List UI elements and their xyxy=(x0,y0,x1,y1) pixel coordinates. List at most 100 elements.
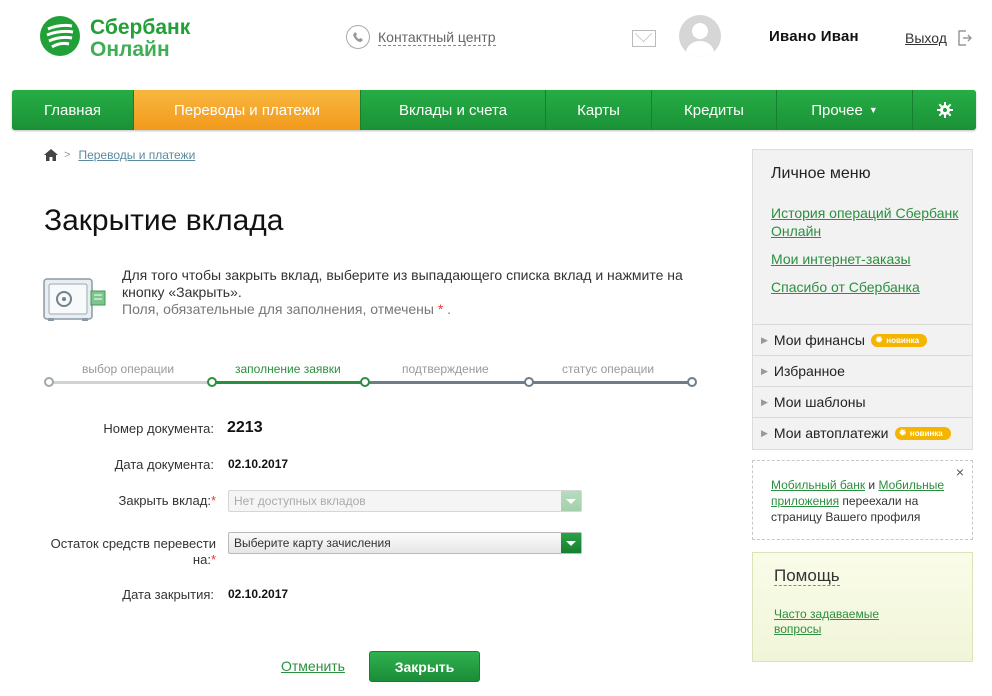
close-icon[interactable]: × xyxy=(956,464,964,480)
logo-icon xyxy=(40,16,80,56)
close-deposit-selected: Нет доступных вкладов xyxy=(234,494,366,508)
personal-menu: Личное меню История операций Сбербанк Он… xyxy=(752,149,973,450)
chevron-right-icon: ▶ xyxy=(761,427,768,438)
chevron-right-icon: ▶ xyxy=(761,334,768,345)
avatar[interactable] xyxy=(679,15,721,57)
mobile-bank-notice: × Мобильный банк и Мобильные приложения … xyxy=(752,460,973,540)
nav-item-credits[interactable]: Кредиты xyxy=(652,90,777,130)
contact-center-link[interactable]: Контактный центр xyxy=(346,25,496,49)
transfer-card-select[interactable]: Выберите карту зачисления xyxy=(228,532,582,554)
mobile-bank-link[interactable]: Мобильный банк xyxy=(771,478,865,492)
nav-item-home[interactable]: Главная xyxy=(12,90,134,130)
chevron-right-icon: ▶ xyxy=(761,396,768,407)
phone-icon xyxy=(346,25,370,49)
transfer-label: Остаток средств перевести на:* xyxy=(16,536,216,568)
logo-text: Сбербанк Онлайн xyxy=(90,17,190,60)
doc-number-value: 2213 xyxy=(227,419,263,436)
close-deposit-button[interactable]: Закрыть xyxy=(369,651,480,682)
gear-icon xyxy=(936,102,953,118)
step-dot xyxy=(360,377,370,387)
step-line-current xyxy=(212,381,365,384)
close-deposit-label-text: Закрыть вклад: xyxy=(118,493,211,508)
operations-history-link[interactable]: История операций Сбербанк Онлайн xyxy=(771,204,961,240)
new-badge-icon: ✹ xyxy=(898,427,907,439)
cancel-link[interactable]: Отменить xyxy=(281,658,345,674)
nav-item-label: Вклады и счета xyxy=(398,101,508,119)
help-title[interactable]: Помощь xyxy=(774,567,840,586)
nav-item-settings[interactable] xyxy=(913,90,976,130)
personal-menu-title: Личное меню xyxy=(771,165,871,182)
close-date-value: 02.10.2017 xyxy=(228,587,289,601)
sidebar-item-label: Мои шаблоны xyxy=(773,394,866,410)
step-dot xyxy=(687,377,697,387)
transfer-card-selected: Выберите карту зачисления xyxy=(234,536,391,550)
required-note: Поля, обязательные для заполнения, отмеч… xyxy=(122,301,722,318)
nav-item-label: Кредиты xyxy=(684,101,744,119)
sidebar-item-favorites[interactable]: ▶ Избранное xyxy=(753,355,972,386)
transfer-label-line2: на: xyxy=(192,552,211,567)
help-panel: Помощь Часто задаваемые вопросы xyxy=(752,552,973,662)
sidebar-item-templates[interactable]: ▶ Мои шаблоны xyxy=(753,386,972,417)
required-note-end: . xyxy=(447,301,452,317)
user-name: Ивано Иван xyxy=(769,28,859,45)
breadcrumb: > Переводы и платежи xyxy=(44,148,195,162)
chevron-right-icon: ▶ xyxy=(761,365,768,376)
nav-item-transfers[interactable]: Переводы и платежи xyxy=(134,90,361,130)
nav-item-label: Прочее xyxy=(811,101,863,119)
spasibo-link[interactable]: Спасибо от Сбербанка xyxy=(771,278,961,296)
nav-item-label: Переводы и платежи xyxy=(173,101,321,119)
logout-link[interactable]: Выход xyxy=(905,30,947,46)
home-icon[interactable] xyxy=(44,149,58,161)
required-star: * xyxy=(437,301,444,317)
doc-number-label: Номер документа: xyxy=(103,421,214,436)
chevron-down-icon xyxy=(561,533,581,553)
info-text: Для того чтобы закрыть вклад, выберите и… xyxy=(122,267,722,318)
step-dot xyxy=(207,377,217,387)
step-line-done xyxy=(48,381,212,384)
logo-line2: Онлайн xyxy=(90,38,170,61)
caret-down-icon: ▼ xyxy=(868,105,878,115)
step-fill-application: заполнение заявки xyxy=(235,362,341,376)
required-star: * xyxy=(210,552,216,567)
logo-line1: Сбербанк xyxy=(90,16,191,39)
sidebar-item-autopayments[interactable]: ▶ Мои автоплатежи ✹ новинка xyxy=(753,417,972,448)
required-star: * xyxy=(210,493,216,508)
required-note-text: Поля, обязательные для заполнения, отмеч… xyxy=(122,301,434,317)
sidebar-item-label: Избранное xyxy=(773,363,845,379)
info-instruction: Для того чтобы закрыть вклад, выберите и… xyxy=(122,267,683,300)
step-confirmation: подтверждение xyxy=(402,362,489,376)
breadcrumb-link-transfers[interactable]: Переводы и платежи xyxy=(78,148,195,162)
step-dot xyxy=(44,377,54,387)
logout-icon[interactable] xyxy=(958,30,972,46)
safe-icon xyxy=(43,278,106,321)
nav-item-deposits[interactable]: Вклады и счета xyxy=(361,90,546,130)
sidebar-item-label: Мои автоплатежи xyxy=(773,425,889,441)
page-title: Закрытие вклада xyxy=(44,204,284,237)
close-deposit-label: Закрыть вклад:* xyxy=(16,493,217,508)
new-badge-label: новинка xyxy=(886,335,920,345)
mail-icon[interactable] xyxy=(632,30,656,47)
internet-orders-link[interactable]: Мои интернет-заказы xyxy=(771,250,961,268)
step-operation-status: статус операции xyxy=(562,362,655,376)
notice-and: и xyxy=(865,478,879,492)
breadcrumb-separator-icon: > xyxy=(64,149,71,161)
nav-item-cards[interactable]: Карты xyxy=(546,90,652,130)
contact-center-label: Контактный центр xyxy=(378,28,496,46)
nav-item-label: Карты xyxy=(577,101,620,119)
step-choose-operation: выбор операции xyxy=(82,362,175,376)
doc-date-value: 02.10.2017 xyxy=(228,457,289,471)
close-deposit-select[interactable]: Нет доступных вкладов xyxy=(228,490,582,512)
nav-item-label: Главная xyxy=(43,101,102,119)
sidebar-item-my-finances[interactable]: ▶ Мои финансы ✹ новинка xyxy=(753,324,972,355)
transfer-label-line1: Остаток средств перевести xyxy=(50,536,216,551)
new-badge-label: новинка xyxy=(909,428,943,438)
nav-item-other[interactable]: Прочее ▼ xyxy=(777,90,913,130)
new-badge: ✹ новинка xyxy=(870,333,928,347)
new-badge: ✹ новинка xyxy=(894,426,951,440)
sberbank-logo[interactable]: Сбербанк Онлайн xyxy=(38,14,198,60)
chevron-down-icon xyxy=(561,491,581,511)
faq-link[interactable]: Часто задаваемые вопросы xyxy=(774,607,914,637)
step-dot xyxy=(524,377,534,387)
doc-date-label: Дата документа: xyxy=(114,457,214,472)
sidebar-item-label: Мои финансы xyxy=(773,332,865,348)
